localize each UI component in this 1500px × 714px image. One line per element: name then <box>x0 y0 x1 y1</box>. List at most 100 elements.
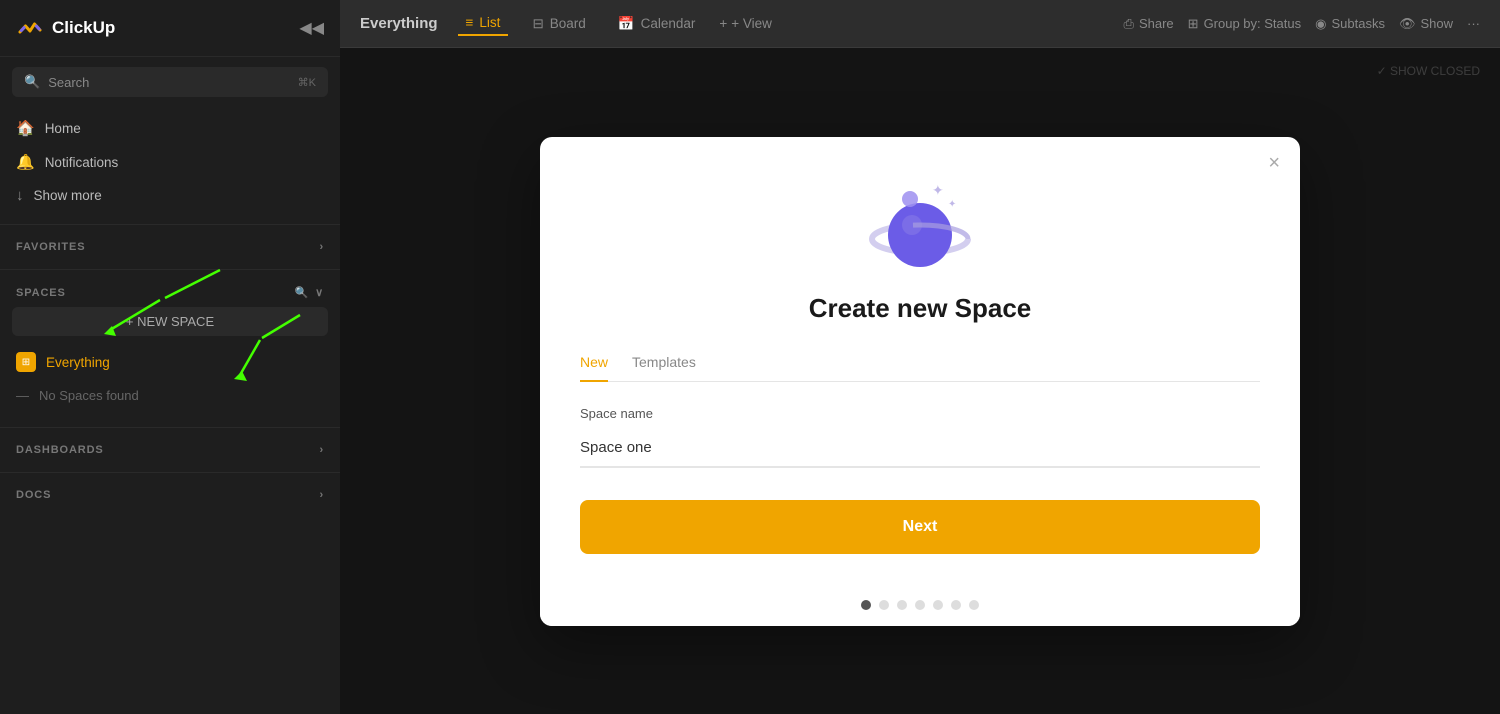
svg-text:✦: ✦ <box>948 199 956 210</box>
modal-overlay[interactable]: × ✦ ✦ <box>340 48 1500 714</box>
docs-section-header[interactable]: DOCS › <box>0 481 340 509</box>
space-name-input[interactable] <box>580 429 1260 468</box>
modal-title: Create new Space <box>809 293 1032 324</box>
bell-icon: 🔔 <box>16 153 35 171</box>
list-tab-icon: ≡ <box>466 15 474 30</box>
search-shortcut: ⌘K <box>298 76 316 89</box>
new-space-button[interactable]: + NEW SPACE <box>12 307 328 336</box>
topbar-tabs: ≡ List ⊟ Board 📅 Calendar + + View <box>458 11 772 36</box>
divider-favorites <box>0 224 340 225</box>
main-content: Everything ≡ List ⊟ Board 📅 Calendar + +… <box>340 0 1500 714</box>
no-spaces-message: — No Spaces found <box>12 380 328 411</box>
sidebar-item-show-more[interactable]: ↓ Show more <box>0 179 340 212</box>
share-label: Share <box>1139 16 1174 31</box>
more-options-button[interactable]: ··· <box>1467 16 1480 31</box>
everything-space-icon: ⊞ <box>16 352 36 372</box>
dot-2 <box>879 600 889 610</box>
modal-body: New Templates Space name Next <box>540 344 1300 584</box>
group-by-label: Group by: Status <box>1204 16 1302 31</box>
share-button[interactable]: ⎙ Share <box>1124 16 1174 32</box>
eye-icon: 👁 <box>1399 16 1416 32</box>
logo-area: ClickUp <box>16 14 115 42</box>
docs-expand-icon: › <box>319 489 324 501</box>
add-view-label: + View <box>731 16 772 31</box>
group-by-icon: ⊞ <box>1188 16 1199 32</box>
board-tab-icon: ⊟ <box>532 16 543 32</box>
list-tab-label: List <box>479 15 500 30</box>
dot-1 <box>861 600 871 610</box>
search-bar-left: 🔍 Search <box>24 74 89 90</box>
divider-dashboards <box>0 427 340 428</box>
dot-7 <box>969 600 979 610</box>
spaces-section-controls: 🔍 ∨ <box>294 286 324 299</box>
docs-section-title: DOCS <box>16 489 51 501</box>
space-name-label: Space name <box>580 406 1260 421</box>
divider-spaces <box>0 269 340 270</box>
dot-6 <box>951 600 961 610</box>
board-tab-label: Board <box>550 16 586 31</box>
sidebar-item-show-more-label: Show more <box>34 188 102 203</box>
chevron-down-icon: ↓ <box>16 187 24 204</box>
dot-3 <box>897 600 907 610</box>
sidebar-header: ClickUp ◀◀ <box>0 0 340 57</box>
sidebar-item-home[interactable]: 🏠 Home <box>0 111 340 145</box>
search-icon: 🔍 <box>24 74 40 90</box>
spaces-section-title: SPACES <box>16 287 66 299</box>
topbar-left: Everything ≡ List ⊟ Board 📅 Calendar + +… <box>360 11 772 36</box>
tab-list[interactable]: ≡ List <box>458 11 509 36</box>
dashboards-section-title: DASHBOARDS <box>16 444 104 456</box>
show-button[interactable]: 👁 Show <box>1399 16 1453 32</box>
favorites-expand-icon: › <box>319 241 324 253</box>
calendar-tab-icon: 📅 <box>618 16 635 32</box>
clickup-logo-icon <box>16 14 44 42</box>
next-button[interactable]: Next <box>580 500 1260 554</box>
modal-close-button[interactable]: × <box>1268 153 1280 173</box>
tab-board[interactable]: ⊟ Board <box>524 12 593 36</box>
subtasks-label: Subtasks <box>1331 16 1384 31</box>
modal-pagination-dots <box>540 584 1300 626</box>
subtasks-button[interactable]: ◉ Subtasks <box>1315 16 1385 32</box>
add-view-button[interactable]: + + View <box>719 16 772 31</box>
sidebar-item-notifications-label: Notifications <box>45 155 119 170</box>
page-title: Everything <box>360 15 438 32</box>
svg-text:✦: ✦ <box>932 182 944 198</box>
modal-hero: ✦ ✦ <box>540 137 1300 344</box>
modal-tabs: New Templates <box>580 344 1260 382</box>
planet-illustration: ✦ ✦ <box>860 177 980 277</box>
spaces-section: + NEW SPACE ⊞ Everything — No Spaces fou… <box>0 307 340 411</box>
logo-text: ClickUp <box>52 18 115 38</box>
space-name-field: Space name <box>580 406 1260 468</box>
sidebar-item-home-label: Home <box>45 121 81 136</box>
subtasks-icon: ◉ <box>1315 16 1326 32</box>
dashboards-expand-icon: › <box>319 444 324 456</box>
share-icon: ⎙ <box>1124 16 1134 32</box>
spaces-section-header[interactable]: SPACES 🔍 ∨ <box>0 278 340 307</box>
dot-4 <box>915 600 925 610</box>
group-by-status-button[interactable]: ⊞ Group by: Status <box>1188 16 1301 32</box>
collapse-sidebar-button[interactable]: ◀◀ <box>299 18 324 38</box>
sidebar-item-notifications[interactable]: 🔔 Notifications <box>0 145 340 179</box>
search-bar[interactable]: 🔍 Search ⌘K <box>12 67 328 97</box>
topbar: Everything ≡ List ⊟ Board 📅 Calendar + +… <box>340 0 1500 48</box>
modal-tab-new[interactable]: New <box>580 344 608 382</box>
space-item-everything-label: Everything <box>46 355 110 370</box>
divider-docs <box>0 472 340 473</box>
favorites-section-title: FAVORITES <box>16 241 85 253</box>
spaces-expand-icon[interactable]: ∨ <box>315 286 324 299</box>
spaces-search-icon[interactable]: 🔍 <box>294 286 309 299</box>
ellipsis-icon: ··· <box>1467 16 1480 31</box>
dot-5 <box>933 600 943 610</box>
create-space-modal: × ✦ ✦ <box>540 137 1300 626</box>
content-area: ✓ SHOW CLOSED × ✦ ✦ <box>340 48 1500 714</box>
space-item-everything[interactable]: ⊞ Everything <box>12 344 328 380</box>
add-view-icon: + <box>719 16 727 31</box>
dashboards-section-header[interactable]: DASHBOARDS › <box>0 436 340 464</box>
show-label: Show <box>1420 16 1453 31</box>
favorites-section-header[interactable]: FAVORITES › <box>0 233 340 261</box>
sidebar-nav: 🏠 Home 🔔 Notifications ↓ Show more <box>0 107 340 216</box>
home-icon: 🏠 <box>16 119 35 137</box>
tab-calendar[interactable]: 📅 Calendar <box>610 12 704 36</box>
calendar-tab-label: Calendar <box>641 16 696 31</box>
no-spaces-label: No Spaces found <box>39 388 139 403</box>
modal-tab-templates[interactable]: Templates <box>632 344 696 382</box>
